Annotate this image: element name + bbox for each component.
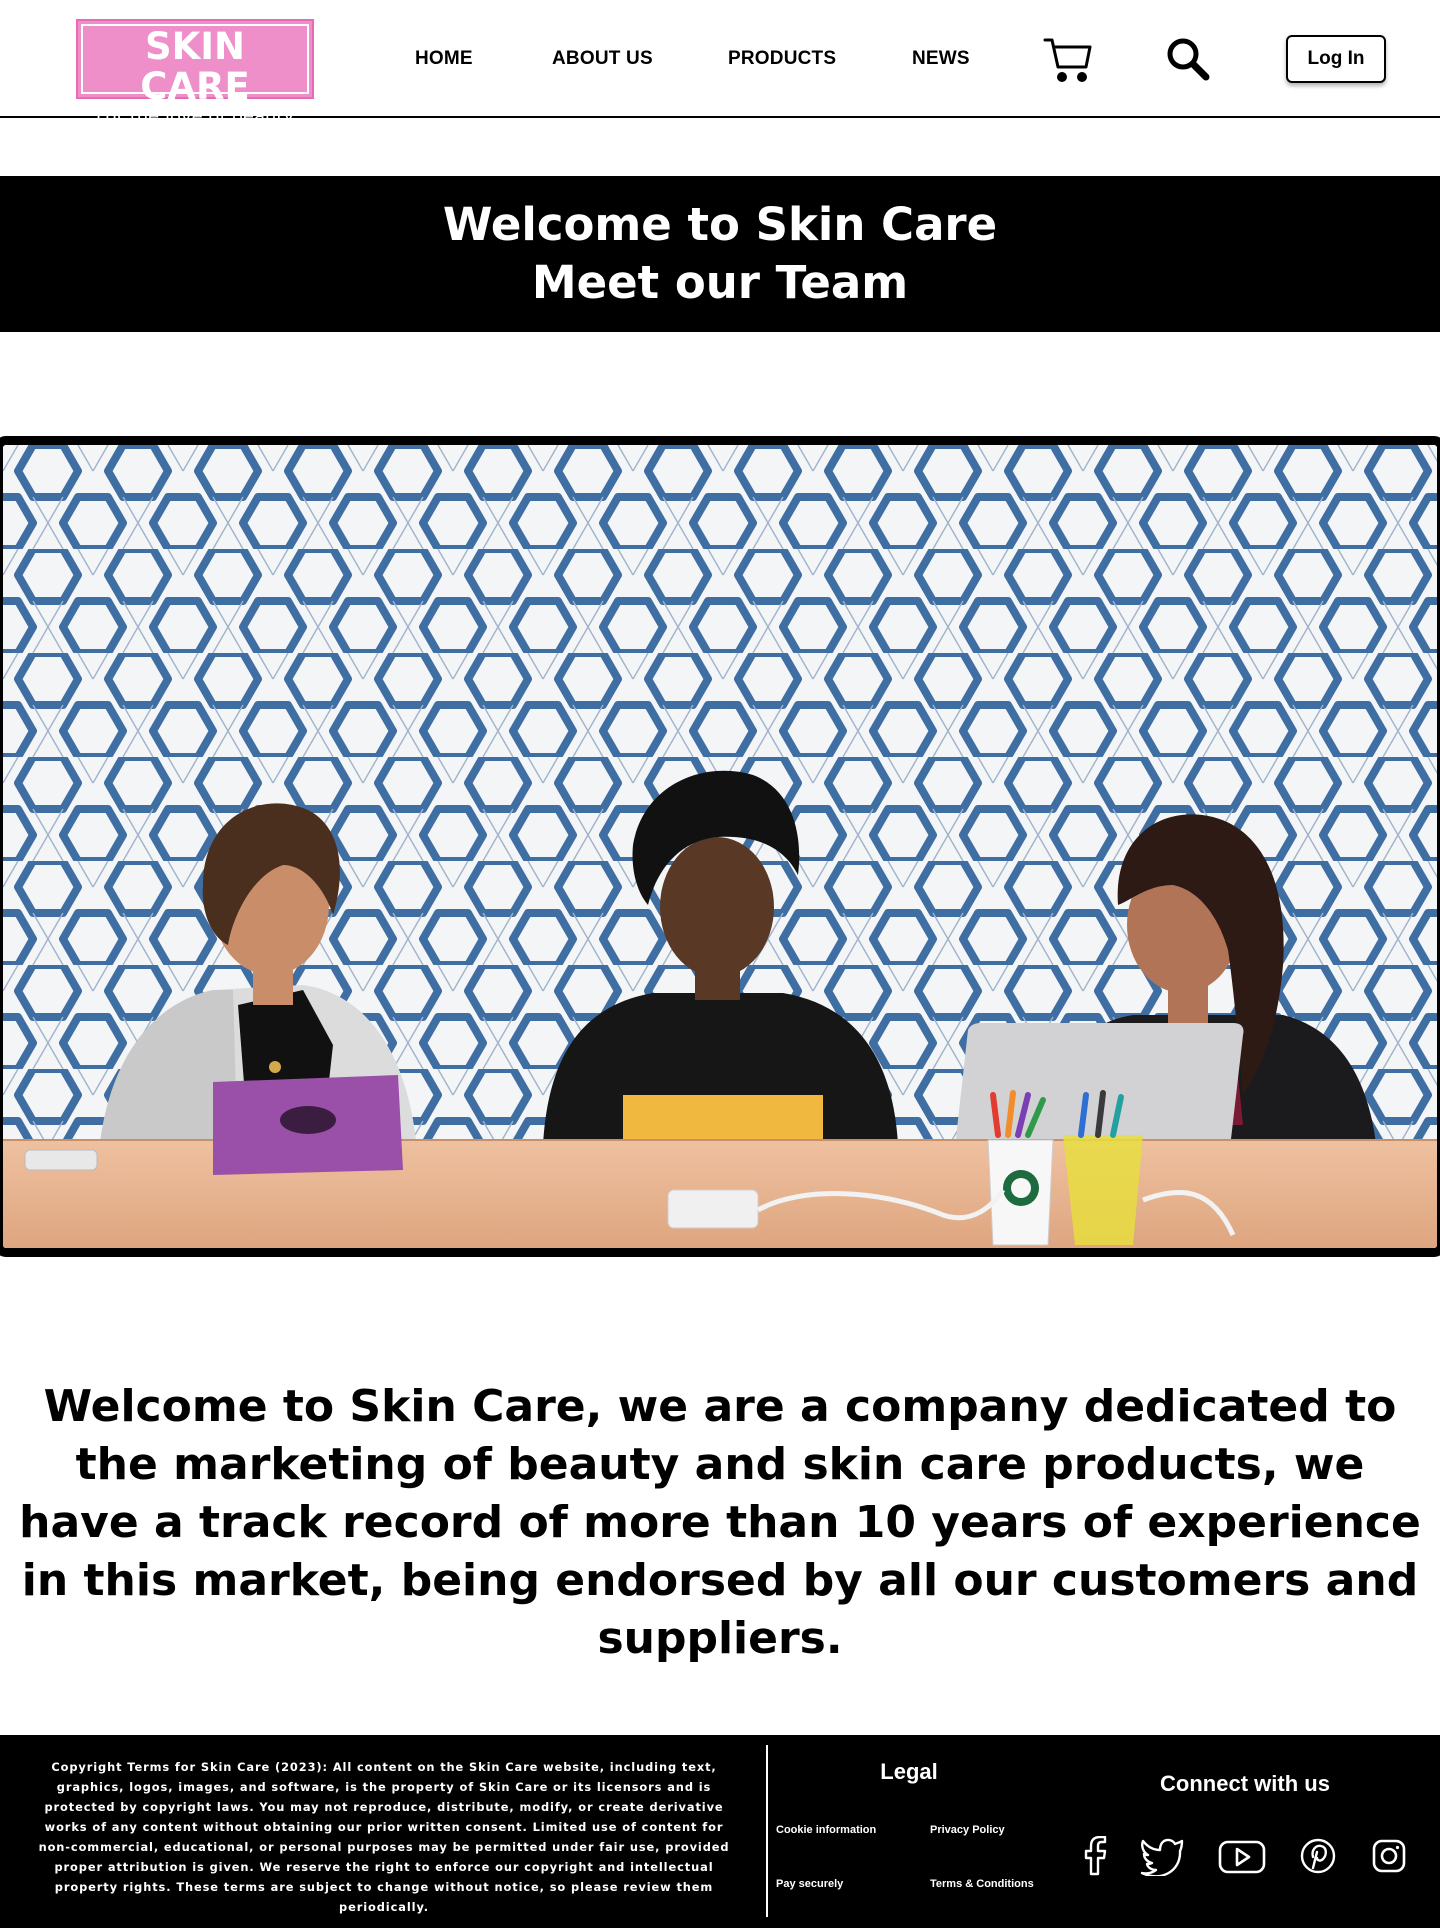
facebook-icon[interactable] xyxy=(1080,1835,1110,1876)
pay-securely-link[interactable]: Pay securely xyxy=(776,1878,843,1890)
cookie-information-link[interactable]: Cookie information xyxy=(776,1824,876,1836)
instagram-icon[interactable] xyxy=(1371,1836,1407,1876)
search-icon[interactable] xyxy=(1165,36,1211,82)
nav-news-link[interactable]: NEWS xyxy=(912,48,970,70)
connect-heading: Connect with us xyxy=(1160,1771,1330,1796)
legal-heading: Legal xyxy=(880,1759,938,1784)
intro-text: Welcome to Skin Care, we are a company d… xyxy=(19,1381,1421,1664)
nav-about-link[interactable]: ABOUT US xyxy=(552,48,653,70)
logo-title: SKIN CARE xyxy=(140,25,250,108)
hero-title: Welcome to Skin Care xyxy=(442,198,998,251)
copyright-text: Copyright Terms for Skin Care (2023): Al… xyxy=(38,1760,730,1914)
privacy-policy-link[interactable]: Privacy Policy xyxy=(930,1824,1005,1836)
brand-logo[interactable]: SKIN CARE For the love of beauty xyxy=(76,19,314,127)
site-header: SKIN CARE For the love of beauty HOME AB… xyxy=(0,0,1440,127)
pinterest-icon[interactable] xyxy=(1300,1836,1336,1876)
footer-divider xyxy=(766,1745,768,1917)
team-photo-illustration xyxy=(3,445,1437,1248)
cart-icon[interactable] xyxy=(1043,36,1093,84)
nav-products-link[interactable]: PRODUCTS xyxy=(728,48,836,70)
hero-subtitle: Meet our Team xyxy=(531,256,909,309)
login-button[interactable]: Log In xyxy=(1286,35,1386,83)
youtube-icon[interactable] xyxy=(1218,1836,1266,1876)
nav-home-link[interactable]: HOME xyxy=(415,48,473,70)
twitter-icon[interactable] xyxy=(1140,1836,1184,1878)
site-footer: Copyright Terms for Skin Care (2023): Al… xyxy=(0,1735,1440,1928)
terms-conditions-link[interactable]: Terms & Conditions xyxy=(930,1878,1034,1890)
team-photo xyxy=(0,436,1440,1257)
logo-subtitle: For the love of beauty xyxy=(95,106,295,127)
hero-banner: Welcome to Skin Care Meet our Team xyxy=(0,176,1440,332)
